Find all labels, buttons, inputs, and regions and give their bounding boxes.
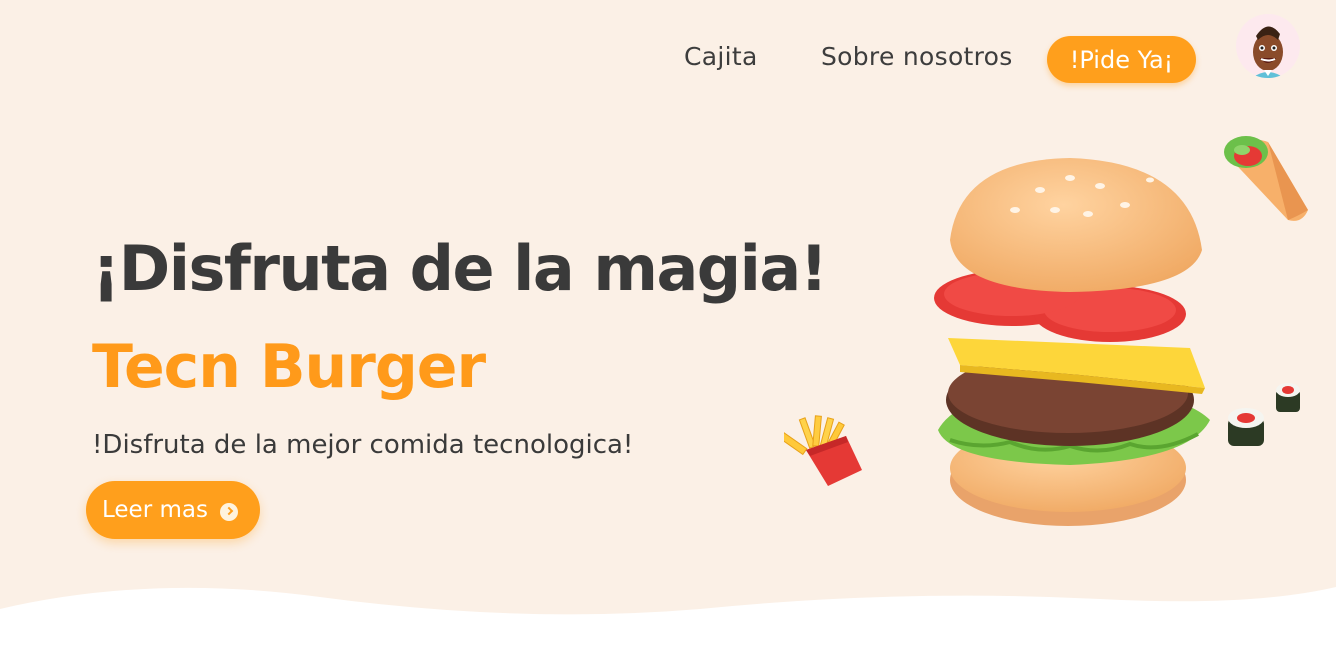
leer-mas-label: Leer mas xyxy=(102,497,208,523)
avatar[interactable] xyxy=(1236,14,1300,78)
hero-brand: Tecn Burger xyxy=(92,332,486,402)
leer-mas-button[interactable]: Leer mas xyxy=(86,481,260,539)
burger-image xyxy=(934,158,1210,526)
fries-image xyxy=(784,415,862,486)
top-nav: Cajita Sobre nosotros !Pide Ya¡ xyxy=(0,36,1336,84)
nav-link-sobre-nosotros[interactable]: Sobre nosotros xyxy=(821,42,1013,71)
avatar-illustration xyxy=(1252,26,1284,78)
nav-link-cajita[interactable]: Cajita xyxy=(684,42,758,71)
arrow-icon xyxy=(219,503,238,521)
pide-ya-button[interactable]: !Pide Ya¡ xyxy=(1047,36,1196,83)
wrap-image xyxy=(1224,136,1308,221)
bottom-wave xyxy=(0,587,1336,659)
hero-subtitle: !Disfruta de la mejor comida tecnologica… xyxy=(92,430,634,460)
sushi-image xyxy=(1228,383,1300,446)
hero-title: ¡Disfruta de la magia! xyxy=(92,232,828,305)
